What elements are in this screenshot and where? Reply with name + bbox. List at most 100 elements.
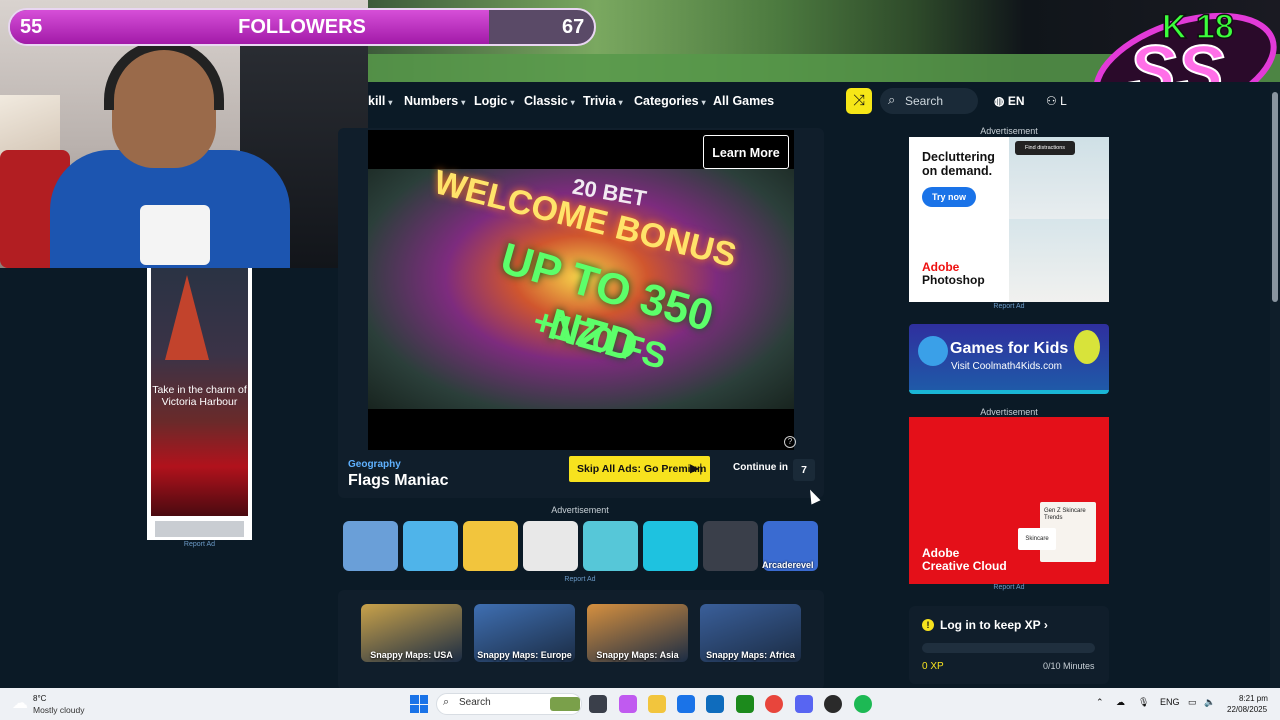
map-game-card[interactable]: Snappy Maps: Africa (700, 604, 801, 662)
kids-ad-title: Games for Kids (950, 340, 1069, 357)
scrollbar-thumb[interactable] (1272, 92, 1278, 302)
map-game-card[interactable]: Snappy Maps: USA (361, 604, 462, 662)
nav-item-label: Numbers (404, 94, 459, 108)
game-category[interactable]: Geography (348, 459, 401, 470)
language-code: EN (1007, 94, 1025, 108)
weather-cloud-icon[interactable]: ☁ (12, 693, 28, 713)
map-game-card[interactable]: Snappy Maps: Europe (474, 604, 575, 662)
photoshop-wordmark: Photoshop (922, 273, 985, 287)
continue-label: Continue in (733, 462, 788, 473)
learn-more-button[interactable]: Learn More (703, 135, 789, 169)
input-language[interactable]: ENG (1160, 697, 1180, 707)
game-tile-ad[interactable] (343, 521, 398, 571)
onedrive-cloud-icon[interactable]: ☁ (1116, 697, 1125, 708)
octopus-mascot-icon (918, 336, 948, 366)
chevron-right-icon: › (1043, 618, 1048, 632)
skincare-label-card: Skincare (1018, 528, 1056, 550)
game-tile-ad[interactable] (463, 521, 518, 571)
outlook-icon[interactable] (706, 695, 724, 713)
vertical-ad-footer-strip (155, 521, 244, 537)
chevron-up-icon[interactable]: ⌃ (1096, 697, 1104, 708)
game-tile-ad[interactable] (703, 521, 758, 571)
game-tile-ad[interactable] (583, 521, 638, 571)
advertisement-label: Advertisement (551, 505, 609, 515)
report-ad-link[interactable]: Report Ad (147, 541, 252, 548)
creative-cloud-brand: Adobe Creative Cloud (922, 547, 1007, 573)
spotify-icon[interactable] (854, 695, 872, 713)
chrome-icon[interactable] (765, 695, 783, 713)
chevron-down-icon: ▾ (701, 98, 706, 107)
chevron-down-icon: ▾ (510, 98, 515, 107)
search-icon: ⌕ (443, 696, 450, 708)
nav-item-label: Classic (524, 94, 568, 108)
task-view-icon[interactable] (589, 695, 607, 713)
photoshop-headline: Decluttering on demand. (922, 150, 995, 178)
nav-item-label: Categories (634, 94, 699, 108)
microphone-icon[interactable]: 🎙 (1138, 697, 1149, 708)
nav-item-label: Logic (474, 94, 508, 108)
adobe-wordmark: Adobe (922, 260, 960, 274)
xp-login-link[interactable]: Log in to keep XP › (940, 618, 1048, 632)
map-game-label: Snappy Maps: USA (370, 650, 453, 660)
search-icon: ⌕ (888, 92, 896, 107)
xp-login-label: Log in to keep XP (940, 618, 1041, 632)
adobe-wordmark: Adobe (922, 546, 960, 560)
nav-item-trivia[interactable]: Trivia ▾ (583, 82, 623, 120)
report-ad-link[interactable]: Report Ad (909, 303, 1109, 310)
followers-label: FOLLOWERS (238, 16, 366, 38)
language-selector[interactable]: ◍ EN (994, 88, 1025, 114)
nav-item-kill[interactable]: kill ▾ (368, 82, 392, 120)
nav-item-label: All Games (713, 94, 775, 108)
webcam-headphones (104, 40, 224, 110)
xp-minutes: 0/10 Minutes (1043, 661, 1095, 671)
kids-ad-subtitle: Visit Coolmath4Kids.com (951, 361, 1062, 372)
file-explorer-icon[interactable] (648, 695, 666, 713)
arcade-watermark: Arcaderevel (762, 560, 814, 570)
game-tile-ad[interactable] (523, 521, 578, 571)
volume-icon[interactable]: 🔈 (1204, 697, 1215, 708)
find-distractions-chip: Find distractions (1015, 141, 1075, 155)
nav-item-numbers[interactable]: Numbers ▾ (404, 82, 465, 120)
game-tile-ad[interactable] (643, 521, 698, 571)
nav-item-label: kill (368, 94, 386, 108)
login-button[interactable]: ⚇ L (1046, 88, 1067, 114)
chevron-down-icon: ▾ (388, 98, 393, 107)
globe-icon: ◍ (994, 94, 1005, 108)
game-title: Flags Maniac (348, 472, 449, 489)
weather-summary: Mostly cloudy (33, 705, 85, 715)
followers-goal-bar: 55 FOLLOWERS 67 (8, 8, 596, 46)
alert-icon: ! (922, 619, 934, 631)
nav-item-logic[interactable]: Logic ▾ (474, 82, 514, 120)
report-ad-link[interactable]: Report Ad (340, 576, 820, 583)
user-icon: ⚇ (1046, 94, 1057, 108)
skip-forward-icon: ▶| (690, 461, 703, 475)
map-game-label: Snappy Maps: Asia (596, 650, 679, 660)
obs-icon[interactable] (824, 695, 842, 713)
logo-k18-text: K 18 (1162, 8, 1234, 46)
skip-ads-premium-button[interactable]: Skip All Ads: Go Premium (569, 456, 710, 482)
store-icon[interactable] (677, 695, 695, 713)
shuffle-button[interactable]: ⤨ (846, 88, 872, 114)
try-now-button[interactable]: Try now (922, 187, 976, 207)
game-tile-ad[interactable] (403, 521, 458, 571)
clock-date[interactable]: 22/08/2025 (1227, 705, 1267, 714)
taskbar-search-placeholder: Search (459, 697, 491, 708)
search-placeholder: Search (905, 94, 944, 108)
report-ad-link[interactable]: Report Ad (909, 584, 1109, 591)
windows-start-icon[interactable] (410, 695, 428, 713)
nav-item-classic[interactable]: Classic ▾ (524, 82, 575, 120)
map-game-card[interactable]: Snappy Maps: Asia (587, 604, 688, 662)
discord-icon[interactable] (795, 695, 813, 713)
xbox-icon[interactable] (736, 695, 754, 713)
chevron-down-icon: ▾ (570, 98, 575, 107)
webcam-shirt-logo (140, 205, 210, 265)
copilot-icon[interactable] (619, 695, 637, 713)
nav-item-all-games[interactable]: All Games (713, 82, 774, 120)
network-icon[interactable]: ▭ (1188, 697, 1197, 708)
chevron-down-icon: ▾ (461, 98, 466, 107)
map-game-label: Snappy Maps: Europe (477, 650, 572, 660)
help-icon[interactable]: ? (784, 436, 796, 448)
login-label: L (1060, 94, 1067, 108)
nav-item-categories[interactable]: Categories ▾ (634, 82, 706, 120)
clock-time[interactable]: 8:21 pm (1239, 694, 1268, 703)
